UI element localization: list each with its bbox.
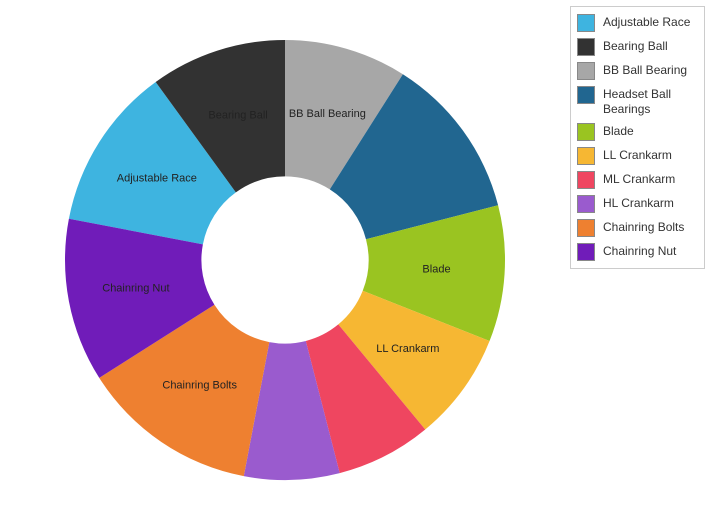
legend-swatch (577, 14, 595, 32)
donut-svg: Adjustable Race Bearing Ball BB Ball Beari… (0, 0, 570, 521)
legend-label: Headset Ball Bearings (603, 86, 698, 117)
legend-label: Bearing Ball (603, 38, 698, 54)
slice-label: Adjustable Race (117, 173, 197, 185)
slice-label: Bearing Ball (208, 110, 267, 122)
legend-item[interactable]: Headset Ball Bearings (575, 83, 700, 120)
legend-swatch (577, 38, 595, 56)
legend-swatch (577, 219, 595, 237)
legend-label: Chainring Nut (603, 243, 698, 259)
legend-item[interactable]: HL Crankarm (575, 192, 700, 216)
legend-swatch (577, 243, 595, 261)
legend-item[interactable]: BB Ball Bearing (575, 59, 700, 83)
legend-swatch (577, 171, 595, 189)
legend-label: LL Crankarm (603, 147, 698, 163)
slice-label: Chainring Bolts (162, 379, 237, 391)
legend-swatch (577, 195, 595, 213)
legend-item[interactable]: LL Crankarm (575, 144, 700, 168)
legend-label: HL Crankarm (603, 195, 698, 211)
slice-label: LL Crankarm (376, 343, 439, 355)
chart-container: Adjustable Race Bearing Ball BB Ball Beari… (0, 0, 711, 521)
legend-swatch (577, 86, 595, 104)
legend-swatch (577, 147, 595, 165)
legend-swatch (577, 62, 595, 80)
legend-swatch (577, 123, 595, 141)
slice-label: Blade (422, 263, 450, 275)
legend-label: Adjustable Race (603, 14, 698, 30)
legend-label: BB Ball Bearing (603, 62, 698, 78)
legend-item[interactable]: ML Crankarm (575, 168, 700, 192)
donut-hole (202, 177, 368, 343)
legend: Adjustable Race Bearing Ball BB Ball Beari… (570, 6, 705, 269)
legend-label: ML Crankarm (603, 171, 698, 187)
legend-item[interactable]: Adjustable Race (575, 11, 700, 35)
legend-item[interactable]: Blade (575, 120, 700, 144)
donut-chart: Adjustable Race Bearing Ball BB Ball Beari… (0, 0, 570, 521)
legend-item[interactable]: Chainring Bolts (575, 216, 700, 240)
legend-item[interactable]: Bearing Ball (575, 35, 700, 59)
legend-label: Chainring Bolts (603, 219, 698, 235)
legend-label: Blade (603, 123, 698, 139)
legend-item[interactable]: Chainring Nut (575, 240, 700, 264)
slice-label: Chainring Nut (102, 282, 169, 294)
slice-label: BB Ball Bearing (289, 108, 366, 120)
